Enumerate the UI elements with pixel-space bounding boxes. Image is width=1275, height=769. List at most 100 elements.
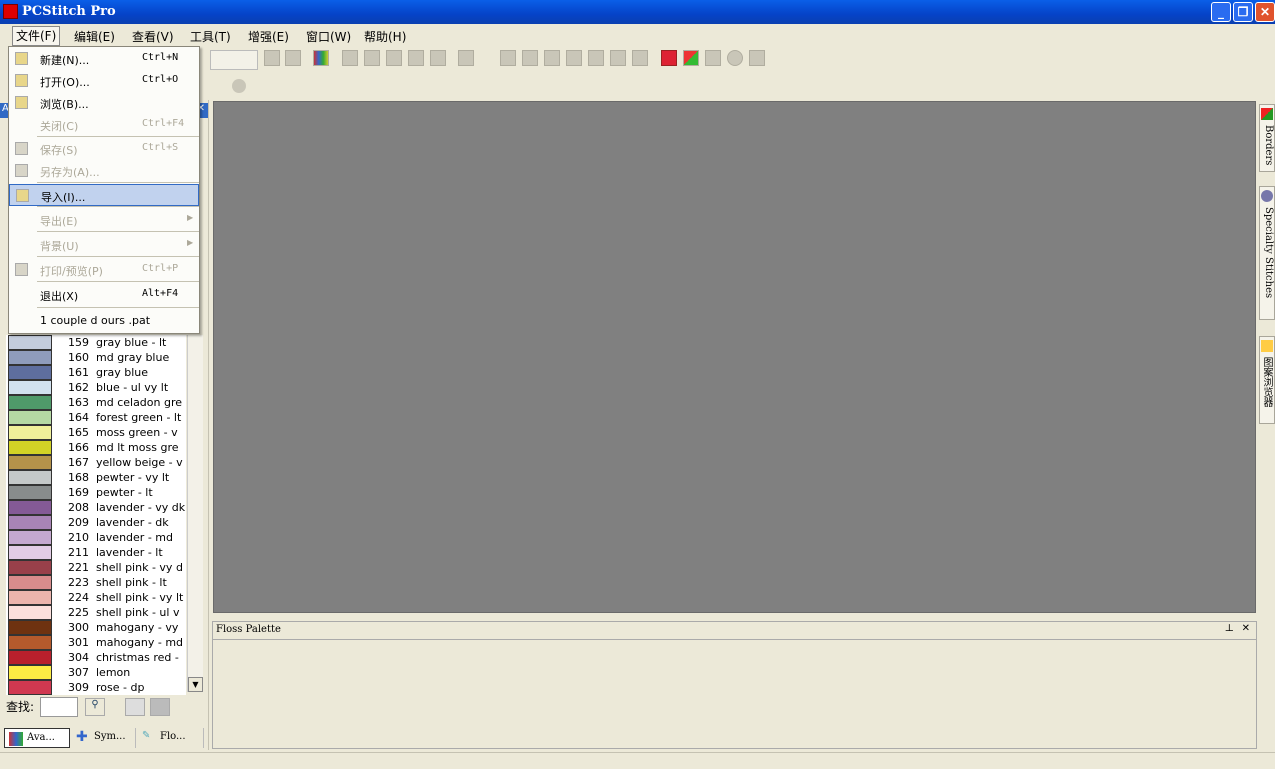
- floss-name: yellow beige - v: [96, 456, 183, 469]
- menu-separator: [37, 206, 199, 207]
- menu-item[interactable]: 导出(E) ▶: [9, 209, 199, 231]
- floss-list-item[interactable]: 163 md celadon gre: [6, 395, 186, 410]
- minimize-button[interactable]: _: [1211, 2, 1231, 22]
- full-stitch-icon[interactable]: [342, 50, 358, 66]
- pattern-icon[interactable]: [150, 698, 170, 716]
- menu-help[interactable]: 帮助(H): [364, 28, 406, 45]
- floss-swatch: [8, 365, 52, 380]
- floss-swatch: [8, 410, 52, 425]
- find-binoculars-icon[interactable]: ⚲: [85, 698, 105, 716]
- pattern-canvas[interactable]: [213, 101, 1256, 613]
- floss-swatch: [8, 485, 52, 500]
- floss-list-item[interactable]: 165 moss green - v: [6, 425, 186, 440]
- scroll-down-icon[interactable]: ▼: [188, 677, 203, 692]
- floss-name: shell pink - lt: [96, 576, 167, 589]
- menu-item[interactable]: 打开(O)... Ctrl+O: [9, 70, 199, 92]
- floss-list-item[interactable]: 224 shell pink - vy lt: [6, 590, 186, 605]
- menu-item[interactable]: 背景(U) ▶: [9, 234, 199, 256]
- floss-list-item[interactable]: 160 md gray blue: [6, 350, 186, 365]
- floss-list[interactable]: 159 gray blue - lt 160 md gray blue 161 gray …: [0, 335, 205, 695]
- floss-list-item[interactable]: 225 shell pink - ul v: [6, 605, 186, 620]
- menu-item-label: 新建(N)...: [40, 54, 90, 67]
- half-stitch-icon[interactable]: [364, 50, 380, 66]
- menu-item[interactable]: 保存(S) Ctrl+S: [9, 138, 199, 160]
- quarter-stitch-icon[interactable]: [386, 50, 402, 66]
- tab-available[interactable]: Ava...: [4, 728, 70, 748]
- floss-number: 309: [68, 681, 89, 694]
- menu-item[interactable]: 1 couple d ours .pat: [9, 310, 199, 332]
- floss-list-item[interactable]: 164 forest green - lt: [6, 410, 186, 425]
- floss-name: shell pink - vy d: [96, 561, 183, 574]
- grid-icon[interactable]: [458, 50, 474, 66]
- menu-item[interactable]: 导入(I)...: [9, 184, 199, 206]
- floss-list-item[interactable]: 223 shell pink - lt: [6, 575, 186, 590]
- color-icon[interactable]: [661, 50, 677, 66]
- menu-enhance[interactable]: 增强(E): [248, 28, 289, 45]
- zoom-out-icon[interactable]: [285, 50, 301, 66]
- chart-icon[interactable]: [705, 50, 721, 66]
- menu-item-label: 保存(S): [40, 144, 78, 157]
- floss-list-item[interactable]: 166 md lt moss gre: [6, 440, 186, 455]
- find-input[interactable]: [40, 697, 78, 717]
- floss-list-item[interactable]: 210 lavender - md: [6, 530, 186, 545]
- tab-floss[interactable]: ✎ Flo...: [138, 728, 204, 748]
- zoom-select[interactable]: [210, 50, 258, 70]
- floss-list-item[interactable]: 167 yellow beige - v: [6, 455, 186, 470]
- menu-file[interactable]: 文件(F): [12, 26, 61, 46]
- splitter[interactable]: [208, 100, 209, 750]
- menu-item[interactable]: 另存为(A)...: [9, 160, 199, 182]
- eraser-icon[interactable]: [632, 50, 648, 66]
- floss-list-item[interactable]: 309 rose - dp: [6, 680, 186, 695]
- floss-swatch: [8, 680, 52, 695]
- menu-item[interactable]: 打印/预览(P) Ctrl+P: [9, 259, 199, 281]
- borders-icon[interactable]: [683, 50, 699, 66]
- menu-item-label: 关闭(C): [40, 120, 79, 133]
- floss-list-item[interactable]: 162 blue - ul vy lt: [6, 380, 186, 395]
- close-button[interactable]: ✕: [1255, 2, 1275, 22]
- select-rows-icon[interactable]: [566, 50, 582, 66]
- tab-symbols[interactable]: ✚ Sym...: [72, 728, 136, 748]
- floss-list-item[interactable]: 307 lemon: [6, 665, 186, 680]
- floss-list-item[interactable]: 159 gray blue - lt: [6, 335, 186, 350]
- circle-tool-icon[interactable]: [232, 79, 246, 93]
- select-cols-icon[interactable]: [588, 50, 604, 66]
- tab-pattern-browser[interactable]: 图案浏览器: [1259, 336, 1275, 424]
- menu-item[interactable]: 浏览(B)...: [9, 92, 199, 114]
- menu-separator: [37, 231, 199, 232]
- fill-icon[interactable]: [522, 50, 538, 66]
- cross-stitch-icon[interactable]: [430, 50, 446, 66]
- filter-icon[interactable]: [610, 50, 626, 66]
- menu-item[interactable]: 新建(N)... Ctrl+N: [9, 48, 199, 70]
- floss-list-scrollbar[interactable]: ▼: [187, 335, 203, 692]
- info-icon[interactable]: [727, 50, 743, 66]
- three-quarter-stitch-icon[interactable]: [408, 50, 424, 66]
- zoom-in-icon[interactable]: [264, 50, 280, 66]
- menu-view[interactable]: 查看(V): [132, 28, 174, 45]
- pin-icon[interactable]: ⊥: [1225, 623, 1234, 634]
- floss-list-item[interactable]: 169 pewter - lt: [6, 485, 186, 500]
- menu-tools[interactable]: 工具(T): [190, 28, 231, 45]
- pencil-icon[interactable]: [544, 50, 560, 66]
- sort-icon[interactable]: [125, 698, 145, 716]
- floss-list-item[interactable]: 211 lavender - lt: [6, 545, 186, 560]
- floss-list-item[interactable]: 161 gray blue: [6, 365, 186, 380]
- floss-list-item[interactable]: 168 pewter - vy lt: [6, 470, 186, 485]
- floss-list-item[interactable]: 301 mahogany - md: [6, 635, 186, 650]
- floss-list-item[interactable]: 304 christmas red -: [6, 650, 186, 665]
- floss-list-item[interactable]: 209 lavender - dk: [6, 515, 186, 530]
- borders-tab-icon: [1261, 108, 1273, 120]
- restore-button[interactable]: ❐: [1233, 2, 1253, 22]
- backstitch-icon[interactable]: [500, 50, 516, 66]
- settings-icon[interactable]: [749, 50, 765, 66]
- menu-item[interactable]: 退出(X) Alt+F4: [9, 284, 199, 306]
- floss-list-item[interactable]: 221 shell pink - vy d: [6, 560, 186, 575]
- floss-close-icon[interactable]: ✕: [1242, 623, 1250, 634]
- menu-window[interactable]: 窗口(W): [306, 28, 351, 45]
- floss-list-item[interactable]: 300 mahogany - vy: [6, 620, 186, 635]
- palette-icon[interactable]: [313, 50, 329, 66]
- tab-borders[interactable]: Borders: [1259, 104, 1275, 172]
- menu-item[interactable]: 关闭(C) Ctrl+F4: [9, 114, 199, 136]
- tab-specialty-stitches[interactable]: Specialty Stitches: [1259, 186, 1275, 320]
- floss-list-item[interactable]: 208 lavender - vy dk: [6, 500, 186, 515]
- menu-edit[interactable]: 编辑(E): [74, 28, 115, 45]
